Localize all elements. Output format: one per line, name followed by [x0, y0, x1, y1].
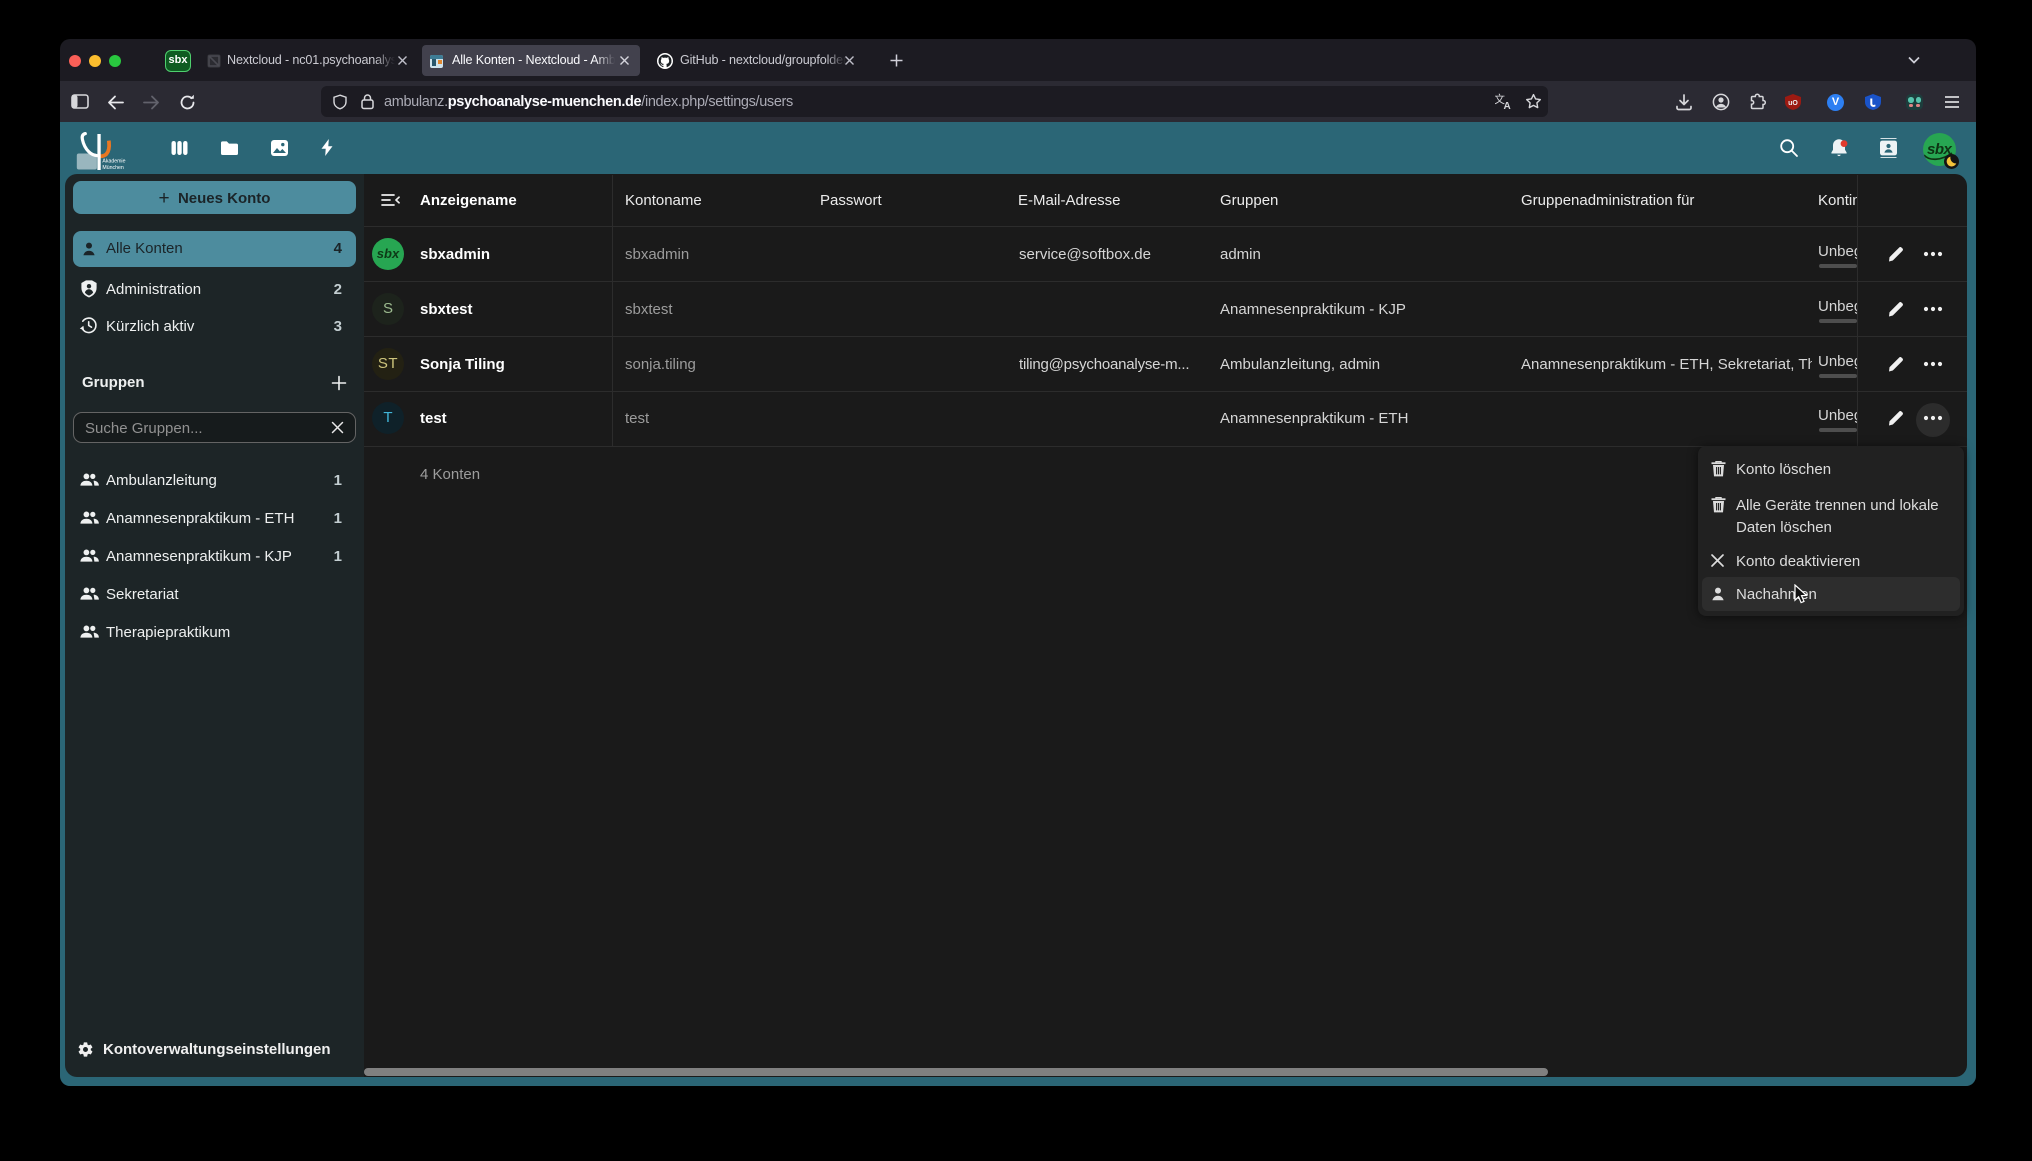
svg-text:München: München: [102, 165, 123, 171]
svg-text:A: A: [1504, 101, 1511, 110]
svg-text:Akademie: Akademie: [102, 159, 125, 165]
svg-text:uO: uO: [1788, 100, 1798, 107]
